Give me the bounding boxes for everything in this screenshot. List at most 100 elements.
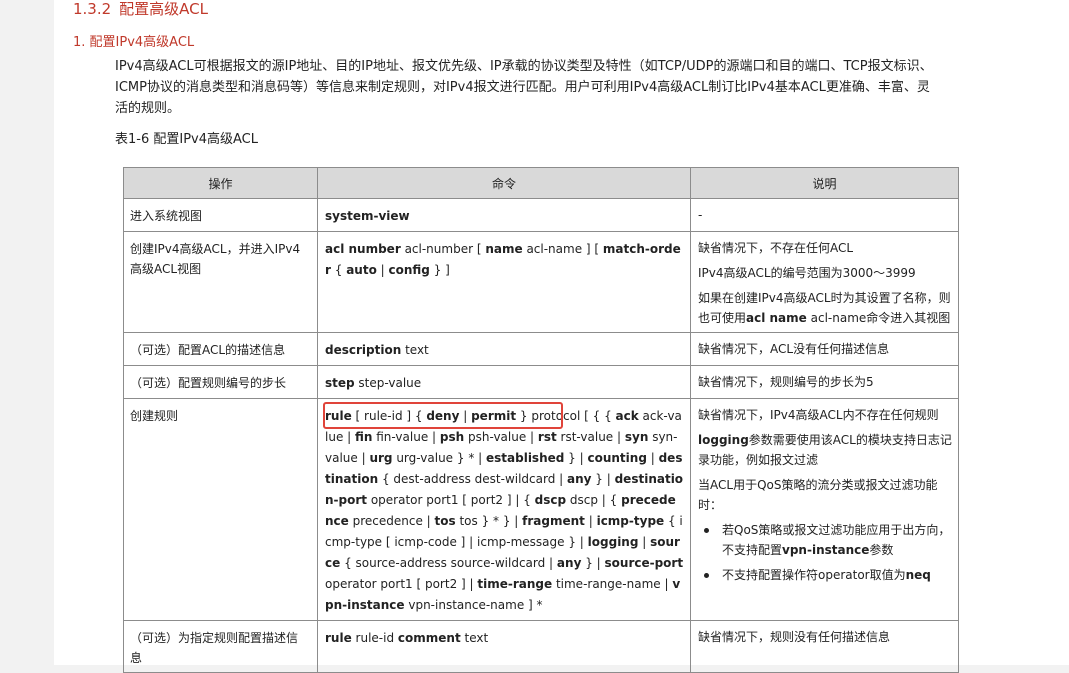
section-title: 1.3.2 配置高级ACL xyxy=(73,0,208,19)
cell-command: step step-value xyxy=(317,365,691,399)
subsection-title: 1. 配置IPv4高级ACL xyxy=(73,35,195,50)
header-description: 说明 xyxy=(690,167,959,199)
text-run: IPv4高级ACL的编号范围为3000～3999 xyxy=(698,266,916,280)
text-run: | xyxy=(376,263,389,277)
cell-description: 缺省情况下，IPv4高级ACL内不存在任何规则 logging参数需要使用该ACL… xyxy=(690,398,959,621)
text-run: dscp | { xyxy=(566,493,622,507)
keyword: established xyxy=(486,451,565,465)
cell-operation: （可选）配置规则编号的步长 xyxy=(123,365,318,399)
cell-description: 缺省情况下，不存在任何ACL IPv4高级ACL的编号范围为3000～3999 如果… xyxy=(690,231,959,333)
keyword: system-view xyxy=(325,209,410,223)
keyword: logging xyxy=(698,433,749,447)
keyword: logging xyxy=(587,535,639,549)
text-run: { xyxy=(330,263,347,277)
keyword: fin xyxy=(355,430,373,444)
header-operation: 操作 xyxy=(123,167,318,199)
text-run: 缺省情况下，规则没有任何描述信息 xyxy=(698,630,891,644)
keyword: comment xyxy=(397,631,461,645)
text-run: 缺省情况下，IPv4高级ACL内不存在任何规则 xyxy=(698,408,939,422)
text-run: } | xyxy=(581,556,605,570)
text-run: 缺省情况下，ACL没有任何描述信息 xyxy=(698,342,890,356)
text-run: | xyxy=(584,514,597,528)
text-run: { source-address source-wildcard | xyxy=(340,556,557,570)
text-run: 当ACL用于QoS策略的流分类或报文过滤功能时： xyxy=(698,478,938,512)
keyword: rule xyxy=(325,631,352,645)
cell-command: description text xyxy=(317,332,691,366)
description-line: 当ACL用于QoS策略的流分类或报文过滤功能时： xyxy=(698,475,952,515)
text-run: } | xyxy=(591,472,615,486)
keyword: vpn-instance xyxy=(782,543,870,557)
text-run: urg-value } * | xyxy=(392,451,486,465)
text-run: time-range-name | xyxy=(552,577,673,591)
keyword: source-port xyxy=(604,556,684,570)
description-line: logging参数需要使用该ACL的模块支持日志记录功能，例如报文过滤 xyxy=(698,430,952,470)
table-header-row: 操作 命令 说明 xyxy=(123,167,959,199)
header-command: 命令 xyxy=(317,167,691,199)
cell-command: rule [ rule-id ] { deny | permit } proto… xyxy=(317,398,691,621)
cell-description: 缺省情况下，ACL没有任何描述信息 xyxy=(690,332,959,366)
text-run: text xyxy=(401,343,429,357)
table-row: （可选）配置规则编号的步长 step step-value 缺省情况下，规则编号的步… xyxy=(123,365,959,399)
cell-operation: 进入系统视图 xyxy=(123,198,318,232)
description-line: 缺省情况下，ACL没有任何描述信息 xyxy=(698,339,952,359)
text-run: vpn-instance-name ] * xyxy=(404,598,543,612)
description-line: IPv4高级ACL的编号范围为3000～3999 xyxy=(698,263,952,283)
text-run: | xyxy=(459,409,472,423)
section-number: 1.3.2 xyxy=(73,0,112,18)
cell-operation: （可选）配置ACL的描述信息 xyxy=(123,332,318,366)
cell-operation: 创建IPv4高级ACL，并进入IPv4高级ACL视图 xyxy=(123,231,318,333)
intro-line: ICMP协议的消息类型和消息码等）等信息来制定规则，对IPv4报文进行匹配。用户… xyxy=(115,80,930,95)
text-run: psh-value | xyxy=(464,430,538,444)
text-run: [ rule-id ] { xyxy=(351,409,427,423)
text-run: text xyxy=(460,631,489,645)
keyword: dscp xyxy=(534,493,567,507)
bullet-list: 若QoS策略或报文过滤功能应用于出方向，不支持配置vpn-instance参数不… xyxy=(698,520,952,585)
section-title-text: 配置高级ACL xyxy=(119,0,209,18)
table-row: （可选）配置ACL的描述信息 description text 缺省情况下，ACL没… xyxy=(123,332,959,366)
description-line: 缺省情况下，规则没有任何描述信息 xyxy=(698,627,952,647)
keyword: any xyxy=(567,472,592,486)
text-run: 缺省情况下，不存在任何ACL xyxy=(698,241,854,255)
text-run: } protocol [ { { xyxy=(516,409,616,423)
text-run: step-value xyxy=(354,376,422,390)
keyword: acl name xyxy=(746,311,807,325)
keyword: acl number xyxy=(325,242,401,256)
keyword: config xyxy=(388,263,430,277)
keyword: ack xyxy=(615,409,639,423)
text-run: | xyxy=(646,451,659,465)
text-run: tos } * } | xyxy=(455,514,523,528)
text-run: 参数 xyxy=(869,543,894,557)
bullet-item: 不支持配置操作符operator取值为neq xyxy=(698,565,952,585)
bullet-item: 若QoS策略或报文过滤功能应用于出方向，不支持配置vpn-instance参数 xyxy=(698,520,952,560)
text-run: { dest-address dest-wildcard | xyxy=(378,472,567,486)
table-row: 进入系统视图 system-view - xyxy=(123,198,959,232)
keyword: psh xyxy=(439,430,465,444)
document-page: 1.3.2 配置高级ACL 1. 配置IPv4高级ACL IPv4高级ACL可根据… xyxy=(54,0,1069,673)
text-run: rst-value | xyxy=(556,430,625,444)
keyword: fragment xyxy=(522,514,585,528)
text-run: | xyxy=(638,535,651,549)
intro-line: 活的规则。 xyxy=(115,101,181,116)
keyword: time-range xyxy=(477,577,553,591)
table-caption: 表1-6 配置IPv4高级ACL xyxy=(115,132,258,147)
intro-paragraph: IPv4高级ACL可根据报文的源IP地址、目的IP地址、报文优先级、IP承载的协… xyxy=(115,56,1015,119)
text-run: 缺省情况下，规则编号的步长为5 xyxy=(698,375,874,389)
text-run: acl-number [ xyxy=(400,242,486,256)
table-row: 创建IPv4高级ACL，并进入IPv4高级ACL视图 acl number acl… xyxy=(123,231,959,333)
text-run: } ] xyxy=(429,263,450,277)
keyword: icmp-type xyxy=(596,514,665,528)
description-line: 缺省情况下，不存在任何ACL xyxy=(698,238,952,258)
keyword: rule xyxy=(325,409,352,423)
text-run: acl-name命令进入其视图 xyxy=(806,311,951,325)
cell-description: - xyxy=(690,198,959,232)
text-run: operator port1 [ port2 ] | xyxy=(325,577,478,591)
text-run: 不支持配置操作符operator取值为 xyxy=(722,568,906,582)
text-run: } | xyxy=(564,451,588,465)
text-run: precedence | xyxy=(348,514,435,528)
keyword: any xyxy=(556,556,582,570)
text-run: fin-value | xyxy=(372,430,440,444)
intro-line: IPv4高级ACL可根据报文的源IP地址、目的IP地址、报文优先级、IP承载的协… xyxy=(115,59,933,74)
keyword: syn xyxy=(624,430,649,444)
cell-operation: 创建规则 xyxy=(123,398,318,621)
description-line: 如果在创建IPv4高级ACL时为其设置了名称，则也可使用acl name acl… xyxy=(698,288,952,328)
